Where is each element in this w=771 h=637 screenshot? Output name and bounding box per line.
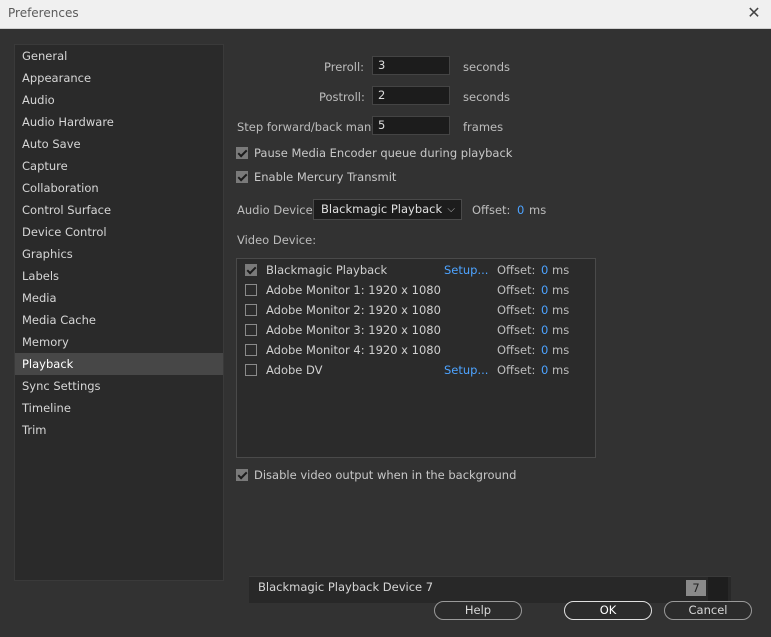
preroll-label: Preroll: <box>324 60 365 74</box>
video-offset-label: Offset: <box>497 283 536 297</box>
postroll-unit: seconds <box>463 90 511 104</box>
sidebar-item-auto-save[interactable]: Auto Save <box>15 133 223 155</box>
step-input[interactable]: 5 <box>372 116 450 135</box>
help-button[interactable]: Help <box>434 601 522 620</box>
close-icon[interactable]: ✕ <box>745 4 763 22</box>
audio-offset-unit: ms <box>529 203 547 217</box>
video-offset-value[interactable]: 0 <box>541 263 548 277</box>
sidebar-item-general[interactable]: General <box>15 45 223 67</box>
video-device-row[interactable]: Adobe Monitor 4: 1920 x 1080 Offset: 0 ms <box>237 340 595 360</box>
audio-device-value: Blackmagic Playback <box>321 202 443 216</box>
video-device-name: Adobe Monitor 2: 1920 x 1080 <box>266 303 441 317</box>
video-offset-unit: ms <box>552 343 570 357</box>
audio-offset-label: Offset: <box>472 203 511 217</box>
window-title: Preferences <box>8 6 79 20</box>
sidebar-item-media[interactable]: Media <box>15 287 223 309</box>
video-device-name: Adobe Monitor 1: 1920 x 1080 <box>266 283 441 297</box>
device-number[interactable]: 7 <box>686 580 706 596</box>
sidebar-item-playback[interactable]: Playback <box>15 353 223 375</box>
mercury-transmit-label: Enable Mercury Transmit <box>254 170 397 184</box>
video-offset-value[interactable]: 0 <box>541 283 548 297</box>
audio-device-dropdown[interactable]: Blackmagic Playback ⌵ <box>313 199 462 220</box>
video-device-row[interactable]: Adobe DV Setup... Offset: 0 ms <box>237 360 595 380</box>
sidebar-item-memory[interactable]: Memory <box>15 331 223 353</box>
sidebar-item-capture[interactable]: Capture <box>15 155 223 177</box>
setup-link[interactable]: Setup... <box>444 363 488 377</box>
postroll-label: Postroll: <box>319 90 365 104</box>
video-offset-label: Offset: <box>497 263 536 277</box>
cancel-button[interactable]: Cancel <box>664 601 752 620</box>
video-device-row[interactable]: Adobe Monitor 2: 1920 x 1080 Offset: 0 ms <box>237 300 595 320</box>
title-bar: Preferences ✕ <box>0 0 771 29</box>
sidebar-item-appearance[interactable]: Appearance <box>15 67 223 89</box>
video-offset-value[interactable]: 0 <box>541 343 548 357</box>
preferences-sidebar: General Appearance Audio Audio Hardware Auto… <box>14 44 224 581</box>
video-device-name: Adobe Monitor 3: 1920 x 1080 <box>266 323 441 337</box>
video-device-list: Blackmagic Playback Setup... Offset: 0 ms Ado… <box>236 258 596 458</box>
device-name: Blackmagic Playback Device 7 <box>258 580 434 594</box>
sidebar-item-graphics[interactable]: Graphics <box>15 243 223 265</box>
video-device-checkbox[interactable] <box>245 284 257 296</box>
mercury-transmit-checkbox[interactable] <box>236 171 248 183</box>
step-unit: frames <box>463 120 504 134</box>
video-device-name: Blackmagic Playback <box>266 263 388 277</box>
sidebar-item-device-control[interactable]: Device Control <box>15 221 223 243</box>
video-device-row[interactable]: Blackmagic Playback Setup... Offset: 0 ms <box>237 260 595 280</box>
device-bar: Blackmagic Playback Device 7 7 <box>249 576 731 603</box>
video-offset-label: Offset: <box>497 323 536 337</box>
video-device-checkbox[interactable] <box>245 304 257 316</box>
video-offset-unit: ms <box>552 323 570 337</box>
video-device-name: Adobe Monitor 4: 1920 x 1080 <box>266 343 441 357</box>
pause-encoder-checkbox[interactable] <box>236 147 248 159</box>
sidebar-item-audio[interactable]: Audio <box>15 89 223 111</box>
video-device-label: Video Device: <box>237 233 317 247</box>
sidebar-item-collaboration[interactable]: Collaboration <box>15 177 223 199</box>
video-offset-unit: ms <box>552 283 570 297</box>
postroll-input[interactable]: 2 <box>372 86 450 105</box>
device-bar-scroll[interactable] <box>708 577 728 603</box>
disable-background-label: Disable video output when in the backgro… <box>254 468 517 482</box>
sidebar-item-control-surface[interactable]: Control Surface <box>15 199 223 221</box>
video-offset-label: Offset: <box>497 303 536 317</box>
chevron-down-icon: ⌵ <box>447 204 455 215</box>
sidebar-item-trim[interactable]: Trim <box>15 419 223 441</box>
audio-offset-value[interactable]: 0 <box>517 203 524 217</box>
video-device-name: Adobe DV <box>266 363 323 377</box>
ok-button[interactable]: OK <box>564 601 652 620</box>
sidebar-item-sync-settings[interactable]: Sync Settings <box>15 375 223 397</box>
video-offset-value[interactable]: 0 <box>541 303 548 317</box>
audio-device-label: Audio Device: <box>237 203 317 217</box>
disable-background-checkbox[interactable] <box>236 469 248 481</box>
video-device-checkbox[interactable] <box>245 364 257 376</box>
video-device-checkbox[interactable] <box>245 344 257 356</box>
video-device-checkbox[interactable] <box>245 264 257 276</box>
video-offset-value[interactable]: 0 <box>541 363 548 377</box>
video-device-checkbox[interactable] <box>245 324 257 336</box>
preferences-window: Preferences ✕ General Appearance Audio Audi… <box>0 0 771 637</box>
video-offset-unit: ms <box>552 303 570 317</box>
sidebar-item-timeline[interactable]: Timeline <box>15 397 223 419</box>
video-device-row[interactable]: Adobe Monitor 3: 1920 x 1080 Offset: 0 ms <box>237 320 595 340</box>
video-offset-unit: ms <box>552 363 570 377</box>
sidebar-item-labels[interactable]: Labels <box>15 265 223 287</box>
sidebar-item-media-cache[interactable]: Media Cache <box>15 309 223 331</box>
video-device-row[interactable]: Adobe Monitor 1: 1920 x 1080 Offset: 0 ms <box>237 280 595 300</box>
video-offset-label: Offset: <box>497 343 536 357</box>
preroll-input[interactable]: 3 <box>372 56 450 75</box>
pause-encoder-label: Pause Media Encoder queue during playbac… <box>254 146 513 160</box>
step-label: Step forward/back many: <box>237 120 382 134</box>
video-offset-value[interactable]: 0 <box>541 323 548 337</box>
video-offset-label: Offset: <box>497 363 536 377</box>
sidebar-item-audio-hardware[interactable]: Audio Hardware <box>15 111 223 133</box>
setup-link[interactable]: Setup... <box>444 263 488 277</box>
preroll-unit: seconds <box>463 60 511 74</box>
video-offset-unit: ms <box>552 263 570 277</box>
